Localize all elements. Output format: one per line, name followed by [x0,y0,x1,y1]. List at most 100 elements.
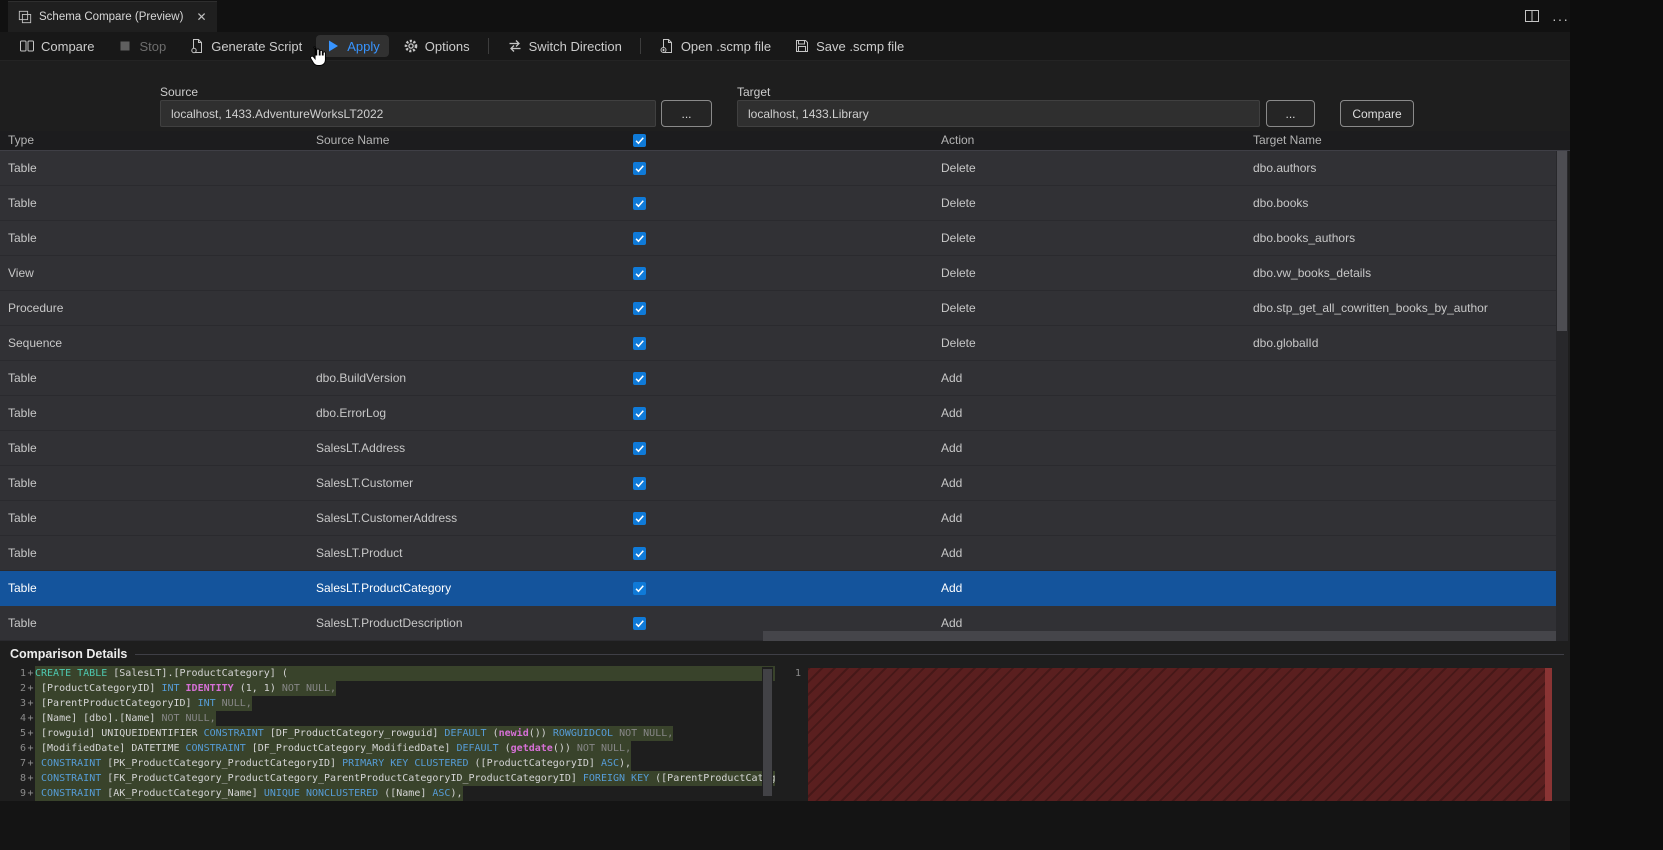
table-row[interactable]: Table Delete dbo.authors [0,151,1556,186]
row-action: Add [941,581,963,595]
column-header-target[interactable]: Target Name [1253,133,1322,147]
schema-compare-tab-icon [18,10,32,24]
code-text: [ParentProductCategoryID] INT NULL, [35,696,252,711]
table-row[interactable]: Table dbo.BuildVersion Add [0,361,1556,396]
row-target-name: dbo.globalId [1253,336,1319,350]
switch-direction-button[interactable]: Switch Direction [498,35,631,57]
grid-vertical-scrollbar[interactable] [1556,151,1568,641]
generate-script-button[interactable]: Generate Script [180,35,311,57]
tab-schema-compare[interactable]: Schema Compare (Preview) ✕ [8,1,217,32]
row-include-checkbox[interactable] [633,197,646,210]
diff-added-sign: + [27,728,34,739]
row-include-checkbox[interactable] [633,442,646,455]
apply-button[interactable]: Apply [316,35,389,57]
table-row[interactable]: Table SalesLT.Customer Add [0,466,1556,501]
line-number: 2 [19,683,26,694]
target-label: Target [737,85,771,99]
grid-vertical-scrollbar-thumb[interactable] [1557,151,1567,331]
save-scmp-file-button[interactable]: Save .scmp file [785,35,913,57]
row-action: Add [941,546,963,560]
generate-script-icon [189,38,205,54]
diff-source-scrollbar[interactable] [762,667,773,800]
code-line: 8 + CONSTRAINT [FK_ProductCategory_Produc… [0,771,775,786]
row-target-name: dbo.vw_books_details [1253,266,1372,280]
target-browse-button[interactable]: ... [1266,100,1315,127]
compare-action-button[interactable]: Compare [1340,100,1414,127]
table-row[interactable]: Sequence Delete dbo.globalId [0,326,1556,361]
table-row[interactable]: Table SalesLT.Address Add [0,431,1556,466]
source-browse-button[interactable]: ... [661,100,712,127]
table-row[interactable]: Table SalesLT.Product Add [0,536,1556,571]
apply-label: Apply [347,38,380,54]
results-grid: Table Delete dbo.authors Table Delete dbo.boo… [0,151,1556,641]
table-row[interactable]: Table SalesLT.ProductCategory Add [0,571,1556,606]
diff-target-scrollbar-thumb[interactable] [1545,668,1552,801]
row-include-checkbox[interactable] [633,512,646,525]
row-include-checkbox[interactable] [633,232,646,245]
target-input[interactable] [737,100,1260,127]
row-include-checkbox[interactable] [633,372,646,385]
row-target-name: dbo.books [1253,196,1309,210]
code-text: CONSTRAINT [FK_ProductCategory_ProductCa… [35,771,775,786]
close-icon[interactable]: ✕ [196,10,206,24]
table-row[interactable]: Table SalesLT.CustomerAddress Add [0,501,1556,536]
diff-added-sign: + [27,683,34,694]
screen: Schema Compare (Preview) ✕ ··· Compare St… [0,0,1663,850]
row-action: Delete [941,336,976,350]
code-line: 3 + [ParentProductCategoryID] INT NULL, [0,696,775,711]
open-scmp-file-button[interactable]: Open .scmp file [650,35,780,57]
source-input[interactable] [160,100,656,127]
row-include-checkbox[interactable] [633,477,646,490]
table-row[interactable]: Table dbo.ErrorLog Add [0,396,1556,431]
row-type: Table [8,511,37,525]
options-button[interactable]: Options [394,35,479,57]
checkbox-checked-icon [633,582,646,595]
row-include-checkbox[interactable] [633,547,646,560]
row-type: Table [8,406,37,420]
checkbox-checked-icon [633,547,646,560]
table-row[interactable]: Table Delete dbo.books [0,186,1556,221]
column-header-source[interactable]: Source Name [316,133,389,147]
row-include-checkbox[interactable] [633,267,646,280]
line-number: 5 [19,728,26,739]
header-checkbox[interactable] [633,134,646,147]
column-header-type[interactable]: Type [8,133,34,147]
row-include-checkbox[interactable] [633,162,646,175]
split-editor-icon[interactable] [1524,8,1540,29]
row-type: Table [8,441,37,455]
row-target-name: dbo.stp_get_all_cowritten_books_by_autho… [1253,301,1488,315]
code-line: 2 + [ProductCategoryID] INT IDENTITY (1, … [0,681,775,696]
grid-horizontal-scrollbar[interactable] [763,631,1556,641]
diff-removed-placeholder [808,668,1545,801]
bottom-strip [0,801,1570,850]
diff-source-pane[interactable]: 1 + CREATE TABLE [SalesLT].[ProductCategor… [0,666,775,805]
column-header-action[interactable]: Action [941,133,974,147]
row-action: Delete [941,196,976,210]
code-line: 7 + CONSTRAINT [PK_ProductCategory_Produc… [0,756,775,771]
table-row[interactable]: Table Delete dbo.books_authors [0,221,1556,256]
row-include-checkbox[interactable] [633,582,646,595]
row-source-name: dbo.BuildVersion [316,371,407,385]
checkbox-checked-icon [633,162,646,175]
diff-added-sign: + [27,773,34,784]
checkbox-checked-icon [633,197,646,210]
diff-target-pane[interactable]: 1 [785,666,1556,801]
grid-horizontal-scrollbar-thumb[interactable] [763,631,1556,641]
row-type: Table [8,231,37,245]
row-include-checkbox[interactable] [633,302,646,315]
compare-button[interactable]: Compare [10,35,103,57]
row-include-checkbox[interactable] [633,407,646,420]
row-include-checkbox[interactable] [633,617,646,630]
row-type: Table [8,546,37,560]
open-scmp-file-label: Open .scmp file [680,38,772,54]
diff-source-scrollbar-thumb[interactable] [763,669,772,796]
table-row[interactable]: View Delete dbo.vw_books_details [0,256,1556,291]
code-text: CONSTRAINT [AK_ProductCategory_Name] UNI… [35,786,463,801]
more-actions-icon[interactable]: ··· [1552,12,1569,26]
table-row[interactable]: Procedure Delete dbo.stp_get_all_cowritten… [0,291,1556,326]
stop-button: Stop [108,35,175,57]
grid-header: Type Source Name Action Target Name [0,131,1570,151]
code-text: [Name] [dbo].[Name] NOT NULL, [35,711,216,726]
code-line: 6 + [ModifiedDate] DATETIME CONSTRAINT [D… [0,741,775,756]
row-include-checkbox[interactable] [633,337,646,350]
